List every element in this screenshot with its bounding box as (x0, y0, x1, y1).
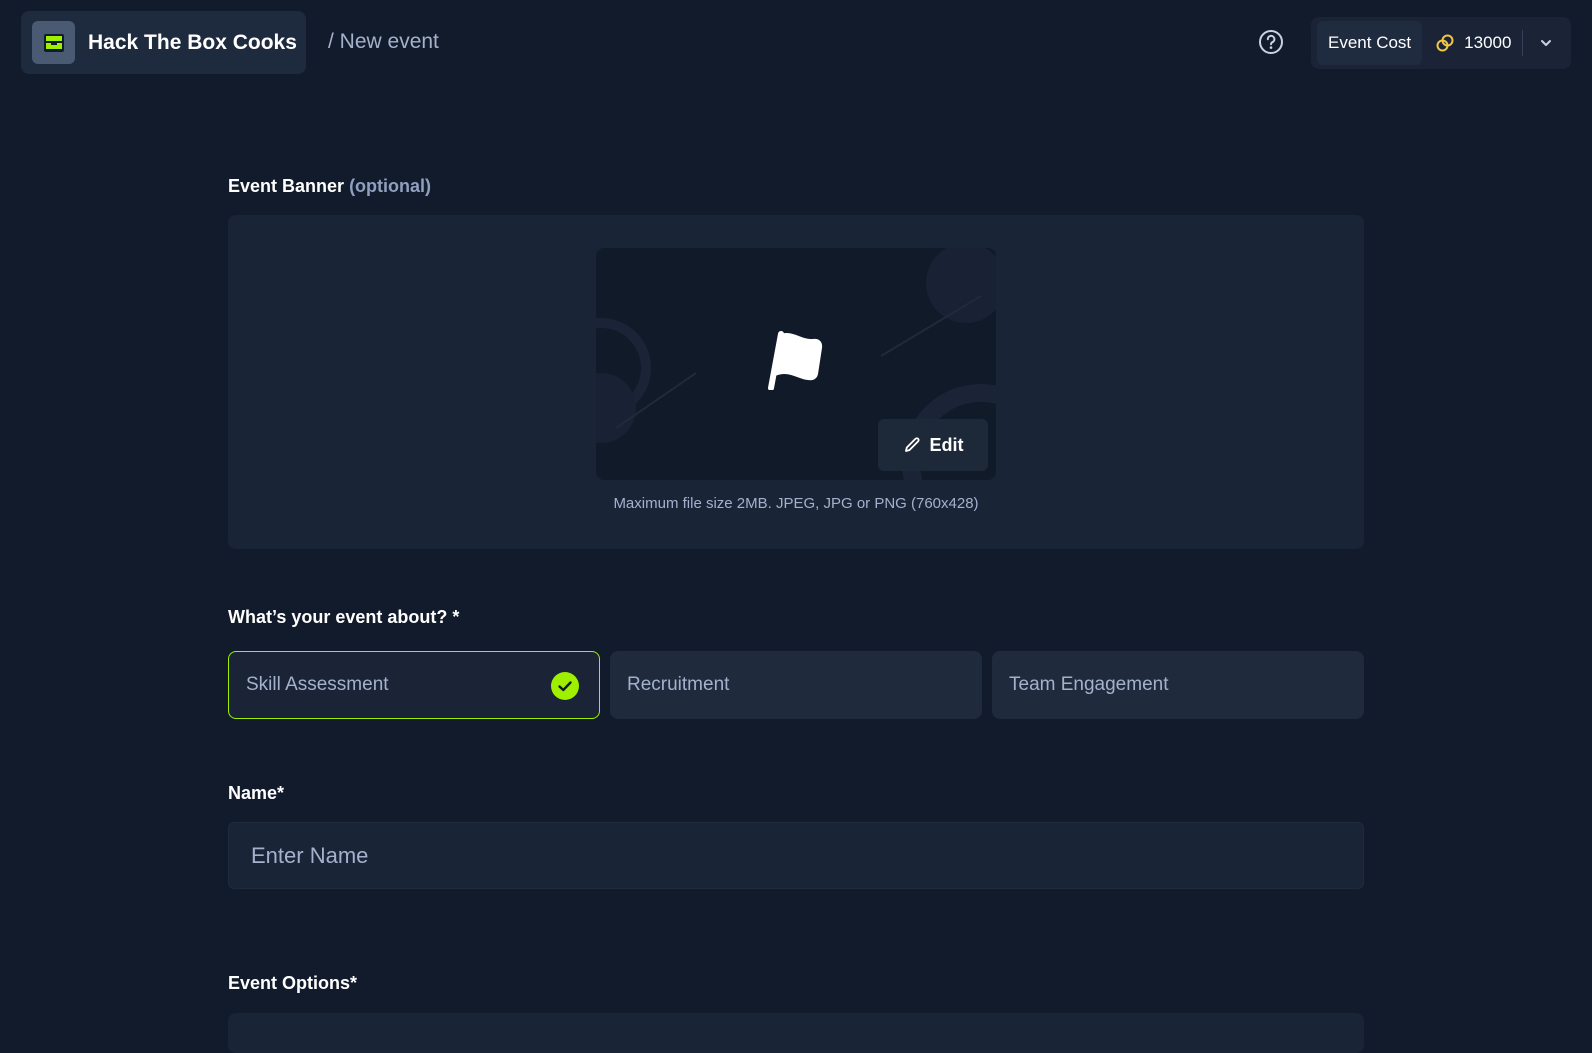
check-circle-icon (551, 672, 579, 700)
banner-file-hint: Maximum file size 2MB. JPEG, JPG or PNG … (613, 495, 979, 512)
breadcrumb: / New event (328, 30, 439, 53)
name-label: Name* (228, 783, 285, 803)
banner-upload-area[interactable]: Edit Maximum file size 2MB. JPEG, JPG or… (228, 215, 1364, 549)
option-team-engagement[interactable]: Team Engagement (992, 651, 1364, 719)
event-cost-group: Event Cost 13000 (1311, 17, 1571, 69)
org-name: Hack The Box Cooks (88, 30, 297, 54)
org-logo-icon (32, 21, 75, 64)
event-about-label: What’s your event about? * (228, 607, 460, 627)
chevron-down-icon[interactable] (1533, 30, 1559, 56)
optional-hint: (optional) (349, 176, 432, 196)
event-options-label: Event Options* (228, 973, 358, 993)
flag-icon (768, 331, 823, 390)
help-icon[interactable] (1258, 29, 1284, 55)
option-skill-assessment[interactable]: Skill Assessment (228, 651, 600, 719)
divider (1522, 30, 1524, 56)
edit-banner-button[interactable]: Edit (878, 419, 988, 471)
event-banner-label: Event Banner (optional) (228, 176, 432, 196)
org-switcher[interactable]: Hack The Box Cooks (21, 11, 306, 74)
name-input[interactable] (228, 822, 1364, 889)
event-type-options: Skill Assessment Recruitment Team Engage… (228, 651, 1364, 719)
coins-icon (1436, 34, 1454, 52)
event-cost-value: 13000 (1464, 33, 1512, 52)
event-options-panel (228, 1013, 1364, 1053)
option-recruitment[interactable]: Recruitment (610, 651, 982, 719)
banner-preview: Edit (596, 248, 996, 480)
event-cost-label: Event Cost (1317, 21, 1423, 65)
top-bar: Hack The Box Cooks / New event Event Cos… (0, 0, 1592, 86)
pencil-icon (904, 437, 919, 452)
